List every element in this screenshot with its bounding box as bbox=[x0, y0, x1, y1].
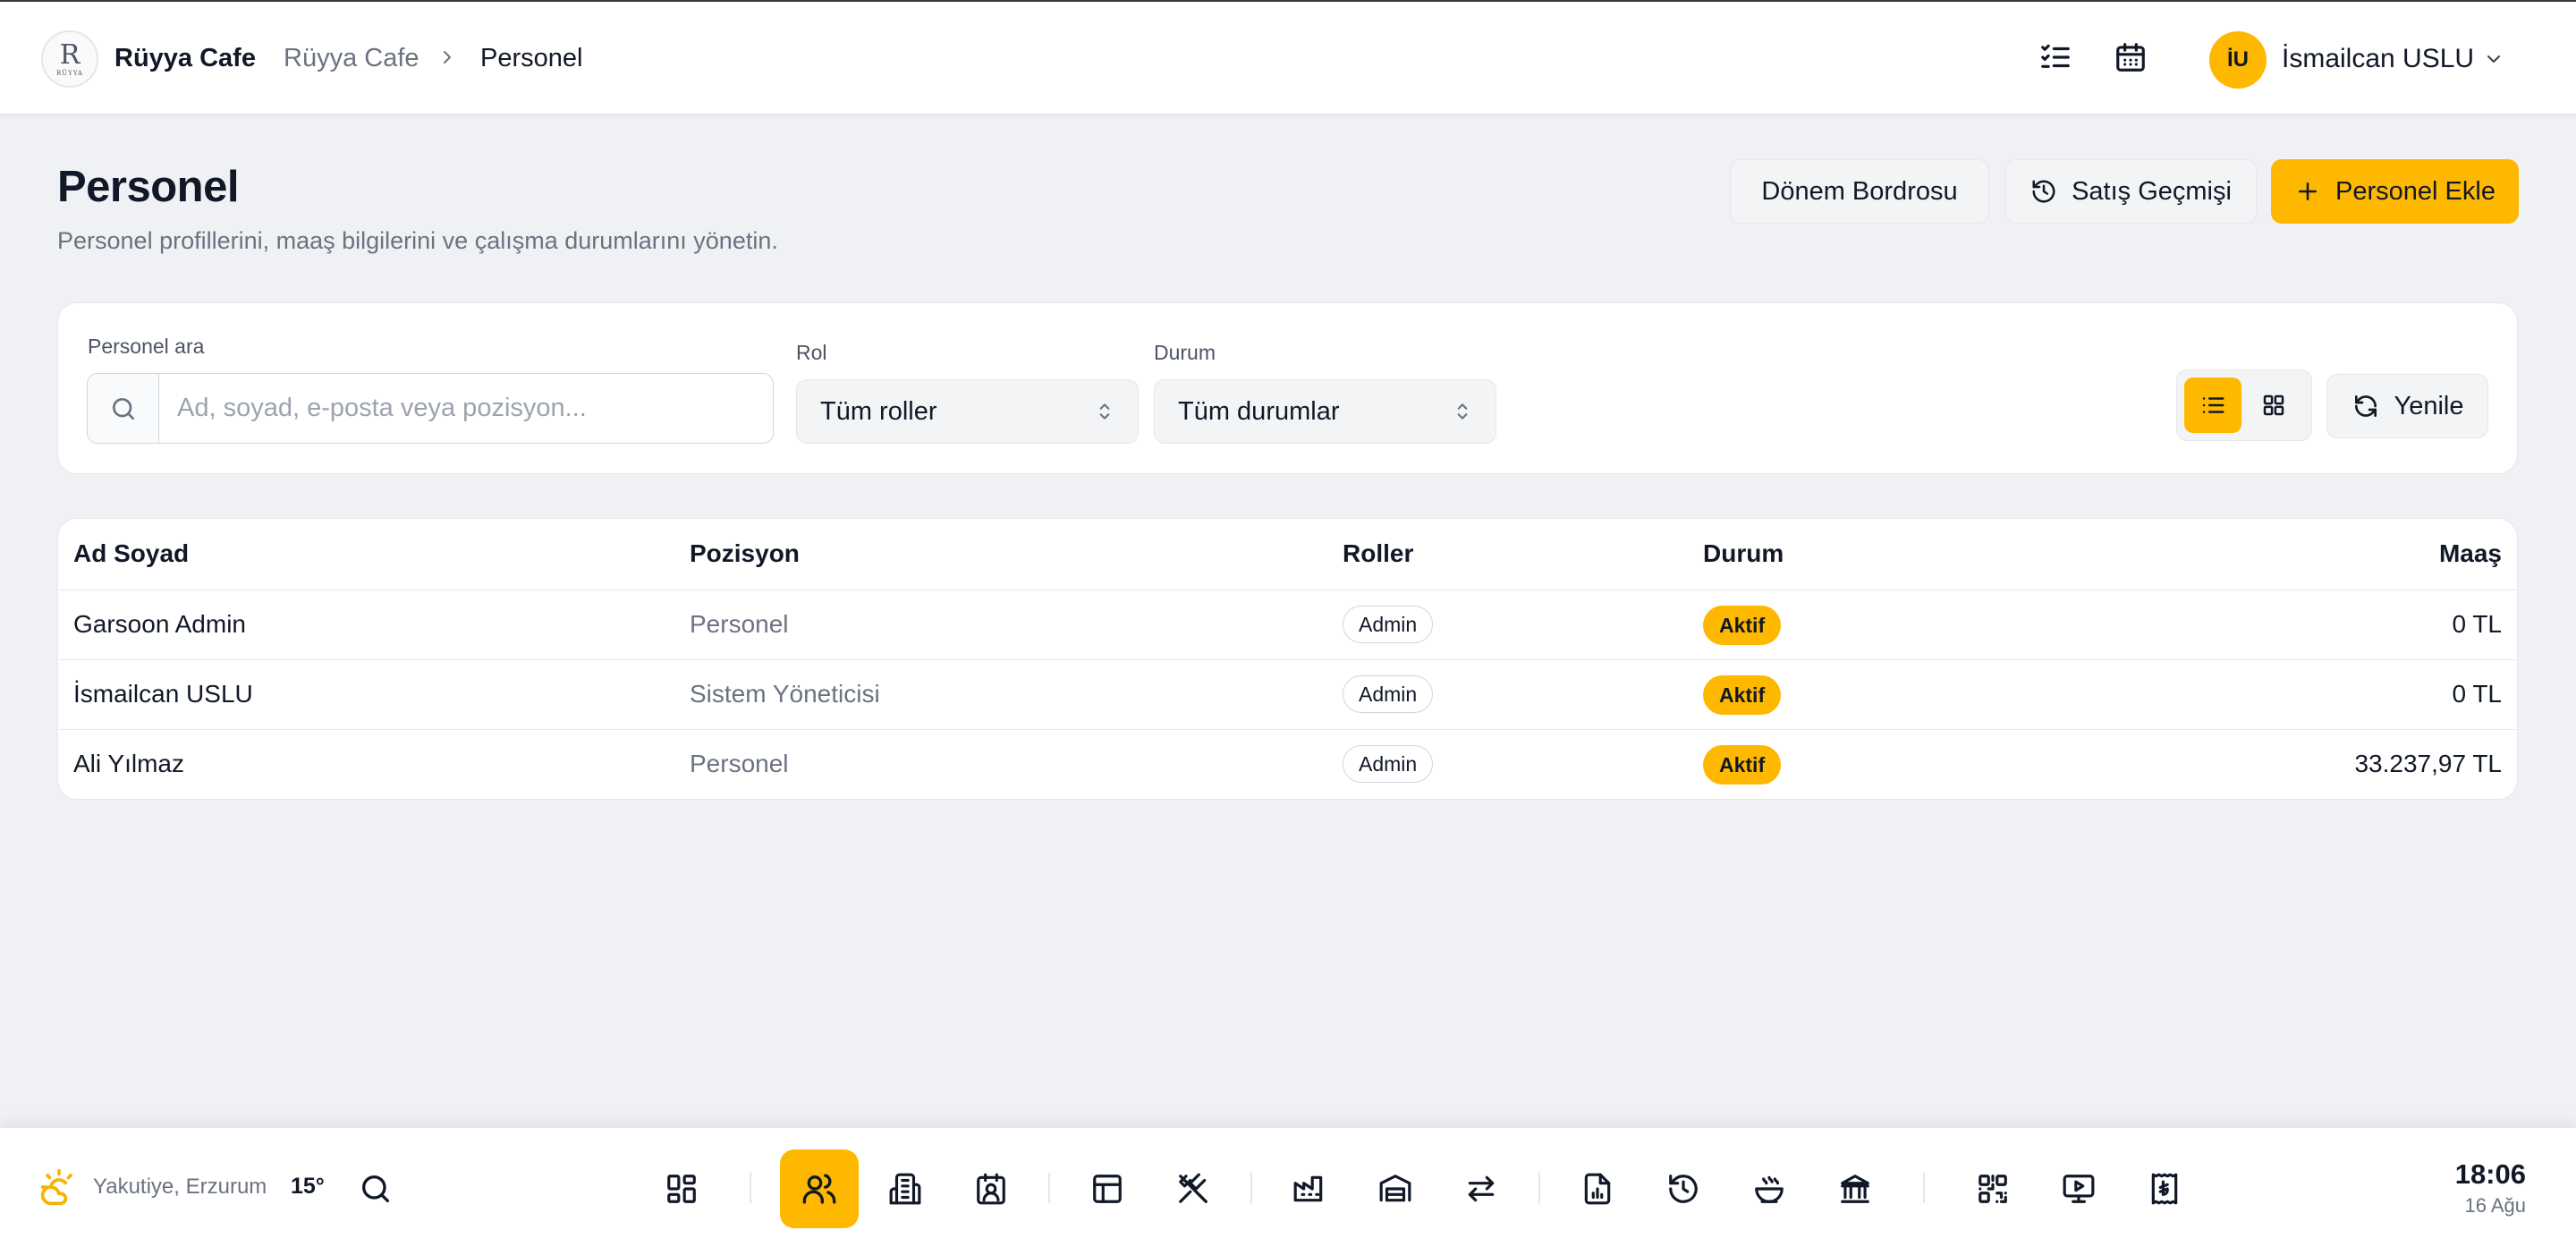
warehouse-icon[interactable] bbox=[1356, 1149, 1435, 1228]
column-header-position[interactable]: Pozisyon bbox=[690, 539, 800, 568]
table-row[interactable]: Ali Yılmaz Personel Admin Aktif 33.237,9… bbox=[59, 730, 2516, 800]
factory-icon[interactable] bbox=[1270, 1149, 1349, 1228]
chevron-right-icon bbox=[436, 47, 458, 68]
clock-date: 16 Ağu bbox=[2464, 1194, 2526, 1217]
staff-name: İsmailcan USLU bbox=[73, 680, 253, 708]
add-staff-button[interactable]: Personel Ekle bbox=[2271, 159, 2519, 224]
dock-separator bbox=[1923, 1173, 1925, 1203]
chevrons-up-down-icon bbox=[1099, 403, 1110, 420]
dock-separator bbox=[750, 1173, 751, 1203]
user-name[interactable]: İsmailcan USLU bbox=[2282, 44, 2474, 74]
weather-location: Yakutiye, Erzurum bbox=[93, 1175, 267, 1199]
table-row[interactable]: Garsoon Admin Personel Admin Aktif 0 TL bbox=[59, 590, 2516, 660]
list-icon bbox=[2202, 397, 2224, 413]
search-input[interactable] bbox=[159, 394, 750, 423]
search-icon bbox=[88, 374, 159, 443]
status-select[interactable]: Tüm durumlar bbox=[1154, 379, 1496, 444]
list-view-button[interactable] bbox=[2184, 377, 2241, 433]
id-card-icon[interactable] bbox=[952, 1149, 1030, 1228]
table-header: Ad Soyad Pozisyon Roller Durum Maaş bbox=[59, 520, 2516, 590]
history-icon bbox=[2032, 180, 2055, 203]
table-layout-icon[interactable] bbox=[1068, 1149, 1147, 1228]
staff-salary: 33.237,97 TL bbox=[2354, 750, 2502, 777]
logo-text: RÜYYA bbox=[56, 69, 83, 77]
staff-salary: 0 TL bbox=[2452, 680, 2502, 708]
task-list-icon[interactable] bbox=[2036, 38, 2075, 77]
receipt-lira-icon[interactable] bbox=[2125, 1149, 2204, 1228]
column-header-name[interactable]: Ad Soyad bbox=[73, 539, 189, 568]
column-header-roles[interactable]: Roller bbox=[1343, 539, 1413, 568]
role-badge: Admin bbox=[1343, 745, 1434, 783]
dashboard-icon[interactable] bbox=[642, 1149, 721, 1228]
dock-separator bbox=[1250, 1173, 1252, 1203]
breadcrumb-current: Personel bbox=[480, 44, 583, 72]
partly-sunny-icon bbox=[39, 1167, 79, 1207]
refresh-button-label: Yenile bbox=[2394, 391, 2464, 420]
bottom-dock: Yakutiye, Erzurum 15° 18:06 16 Ağu bbox=[0, 1127, 2576, 1247]
search-icon[interactable] bbox=[358, 1171, 394, 1207]
weather-temperature: 15° bbox=[291, 1174, 325, 1199]
payroll-button-label: Dönem Bordrosu bbox=[1761, 176, 1958, 206]
table-row[interactable]: İsmailcan USLU Sistem Yöneticisi Admin A… bbox=[59, 660, 2516, 730]
chevron-down-icon[interactable] bbox=[2483, 48, 2504, 70]
dock-separator bbox=[1048, 1173, 1050, 1203]
clock-time: 18:06 bbox=[2454, 1158, 2526, 1190]
role-filter-label: Rol bbox=[796, 341, 827, 364]
sales-history-button[interactable]: Satış Geçmişi bbox=[2005, 159, 2257, 224]
brand-name[interactable]: Rüyya Cafe bbox=[114, 44, 256, 73]
bowl-icon[interactable] bbox=[1730, 1149, 1809, 1228]
breadcrumb-root[interactable]: Rüyya Cafe bbox=[284, 44, 419, 73]
building-icon[interactable] bbox=[866, 1149, 945, 1228]
status-badge: Aktif bbox=[1703, 606, 1782, 645]
view-toggle bbox=[2176, 369, 2312, 441]
sales-history-button-label: Satış Geçmişi bbox=[2072, 176, 2232, 206]
add-staff-button-label: Personel Ekle bbox=[2335, 176, 2496, 206]
logo-monogram: R bbox=[59, 38, 80, 71]
page-title: Personel bbox=[57, 163, 239, 211]
refresh-icon bbox=[2354, 395, 2377, 417]
history-icon[interactable] bbox=[1644, 1149, 1723, 1228]
grid-icon bbox=[2263, 394, 2284, 416]
role-select[interactable]: Tüm roller bbox=[796, 379, 1139, 444]
role-badge: Admin bbox=[1343, 675, 1434, 713]
bank-icon[interactable] bbox=[1816, 1149, 1894, 1228]
column-header-salary[interactable]: Maaş bbox=[2439, 539, 2502, 568]
staff-position: Personel bbox=[690, 750, 789, 777]
brand-logo[interactable]: R RÜYYA bbox=[41, 30, 98, 88]
grid-view-button[interactable] bbox=[2245, 377, 2302, 433]
payroll-button[interactable]: Dönem Bordrosu bbox=[1730, 159, 1989, 224]
staff-position: Personel bbox=[690, 610, 789, 638]
presentation-icon[interactable] bbox=[2039, 1149, 2118, 1228]
calendar-icon[interactable] bbox=[2111, 38, 2150, 77]
refresh-button[interactable]: Yenile bbox=[2326, 374, 2488, 438]
chevrons-up-down-icon bbox=[1457, 403, 1468, 420]
status-select-value: Tüm durumlar bbox=[1178, 396, 1340, 426]
user-avatar[interactable]: İU bbox=[2209, 31, 2267, 89]
role-select-value: Tüm roller bbox=[820, 396, 937, 426]
search-field[interactable] bbox=[87, 373, 774, 444]
report-icon[interactable] bbox=[1558, 1149, 1637, 1228]
staff-icon[interactable] bbox=[780, 1149, 859, 1228]
status-badge: Aktif bbox=[1703, 745, 1782, 785]
status-badge: Aktif bbox=[1703, 675, 1782, 715]
role-badge: Admin bbox=[1343, 606, 1434, 643]
page-subtitle: Personel profillerini, maaş bilgilerini … bbox=[57, 227, 778, 254]
column-header-status[interactable]: Durum bbox=[1703, 539, 1784, 568]
transfer-icon[interactable] bbox=[1442, 1149, 1521, 1228]
staff-name: Garsoon Admin bbox=[73, 610, 246, 638]
search-label: Personel ara bbox=[88, 335, 205, 358]
qr-code-icon[interactable] bbox=[1953, 1149, 2032, 1228]
staff-salary: 0 TL bbox=[2452, 610, 2502, 638]
plus-icon bbox=[2299, 182, 2318, 200]
utensils-off-icon[interactable] bbox=[1154, 1149, 1233, 1228]
top-bar: R RÜYYA Rüyya Cafe Rüyya Cafe Personel İ… bbox=[0, 0, 2576, 115]
staff-position: Sistem Yöneticisi bbox=[690, 680, 880, 708]
status-filter-label: Durum bbox=[1154, 341, 1216, 364]
staff-name: Ali Yılmaz bbox=[73, 750, 184, 777]
dock-separator bbox=[1538, 1173, 1540, 1203]
